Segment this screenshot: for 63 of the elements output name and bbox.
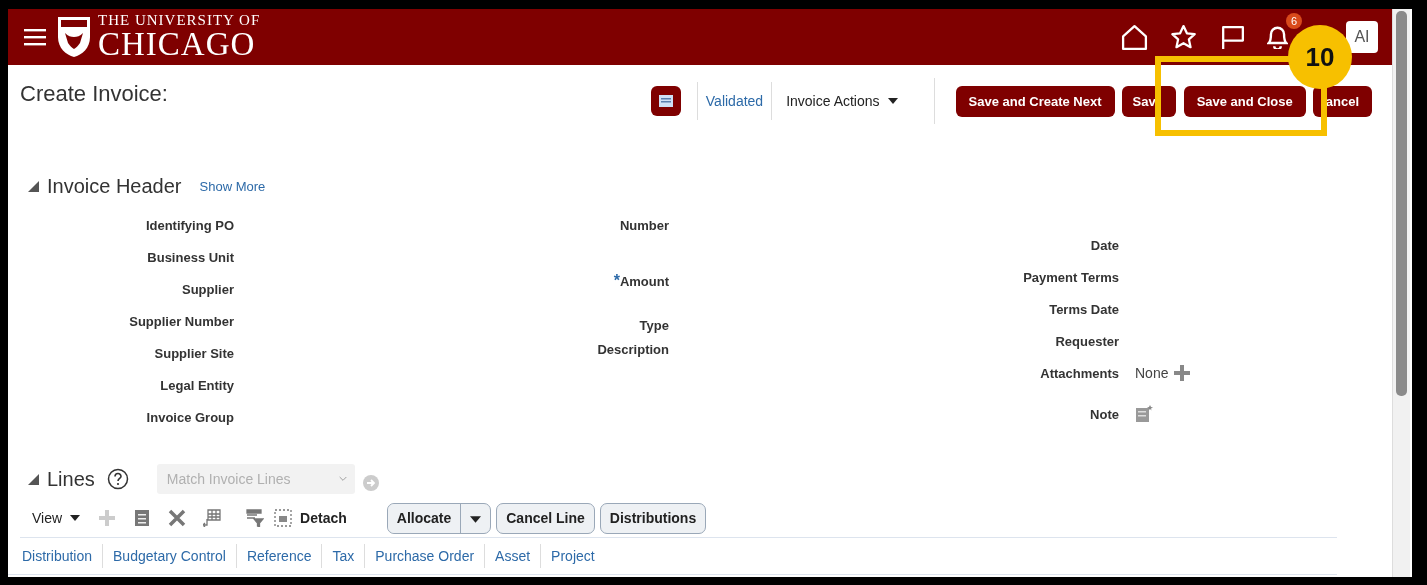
action-button[interactable]: Save and Close xyxy=(1183,85,1306,117)
chevron-icon xyxy=(338,475,347,483)
bell-icon[interactable] xyxy=(1267,25,1288,49)
help-icon[interactable] xyxy=(106,468,129,490)
detail-tab[interactable]: Reference xyxy=(240,548,318,564)
detail-tab[interactable]: Project xyxy=(545,548,601,564)
field-label: Terms Date xyxy=(1048,301,1119,317)
detail-tab[interactable]: Purchase Order xyxy=(369,548,481,564)
detach-icon xyxy=(274,509,293,527)
field-label: *Amount xyxy=(612,272,669,290)
field-label: Supplier Number xyxy=(128,313,234,329)
filter-icon[interactable] xyxy=(246,509,265,527)
menu-icon[interactable] xyxy=(24,28,46,46)
detail-tab[interactable]: Tax xyxy=(326,548,361,564)
collapse-icon[interactable] xyxy=(28,473,39,485)
shield-icon xyxy=(56,15,92,59)
action-button[interactable]: Save and Create Next xyxy=(955,85,1115,117)
field-label: Payment Terms xyxy=(1022,269,1119,285)
detach-button[interactable]: Detach xyxy=(274,509,347,527)
validation-status-link[interactable]: Validated xyxy=(705,93,764,109)
field-label: Legal Entity xyxy=(159,377,234,393)
detail-tab[interactable]: Budgetary Control xyxy=(107,548,232,564)
attachments-value: None xyxy=(1135,365,1169,381)
form-icon xyxy=(658,95,673,107)
field-label: Number xyxy=(618,217,669,233)
show-more-link[interactable]: Show More xyxy=(199,178,266,194)
section-title: Lines xyxy=(47,467,95,491)
field-label: Supplier Site xyxy=(153,345,234,361)
invoice-actions-menu[interactable]: Invoice Actions xyxy=(780,93,904,109)
copy-icon[interactable] xyxy=(133,509,152,527)
view-menu[interactable]: View xyxy=(32,510,81,526)
note-icon[interactable] xyxy=(1135,405,1153,423)
field-label: Identifying PO xyxy=(144,217,234,233)
toolbar-button[interactable]: Cancel Line xyxy=(496,502,595,534)
field-label: Note xyxy=(1089,406,1119,422)
user-avatar[interactable]: AI xyxy=(1346,21,1378,53)
field-label: Invoice Group xyxy=(145,409,234,425)
page-title: Create Invoice: xyxy=(20,81,168,107)
notification-badge: 6 xyxy=(1286,13,1303,29)
field-label: Description xyxy=(596,341,669,357)
detail-tab[interactable]: Distribution xyxy=(16,548,99,564)
required-asterisk: * xyxy=(613,272,620,289)
add-icon[interactable] xyxy=(1174,365,1191,381)
field-label: Requester xyxy=(1054,333,1119,349)
scrollbar[interactable] xyxy=(1392,9,1410,577)
detail-tab[interactable]: Asset xyxy=(489,548,537,564)
form-button[interactable] xyxy=(650,86,681,116)
field-label: Supplier xyxy=(181,281,234,297)
field-label: Date xyxy=(1089,237,1119,253)
field-label: Business Unit xyxy=(146,249,234,265)
collapse-icon[interactable] xyxy=(28,180,39,192)
split-icon[interactable] xyxy=(203,509,222,527)
field-label: Attachments xyxy=(1039,365,1119,381)
brand-name: CHICAGO xyxy=(98,28,257,61)
caret-icon xyxy=(70,515,81,521)
field-label: Type xyxy=(638,317,669,333)
caret-icon xyxy=(887,98,898,104)
brand-subtitle: THE UNIVERSITY OF xyxy=(98,13,261,28)
section-title: Invoice Header xyxy=(47,174,182,198)
caret-icon xyxy=(470,515,482,523)
home-icon[interactable] xyxy=(1120,22,1149,52)
delete-icon[interactable] xyxy=(168,509,187,527)
toolbar-button[interactable]: Distributions xyxy=(599,502,707,534)
